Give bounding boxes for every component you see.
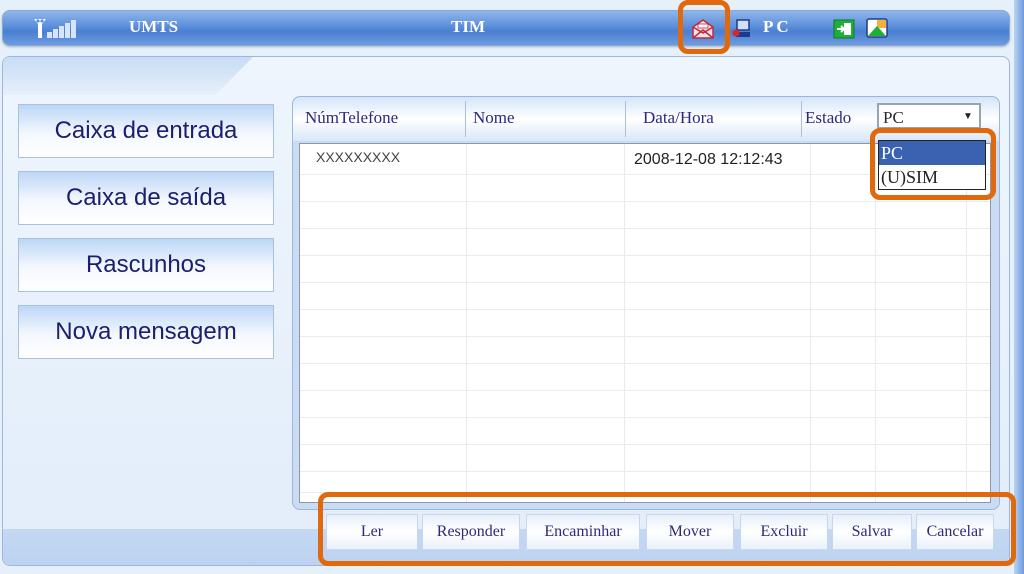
network-type: UMTS bbox=[129, 17, 179, 36]
forward-button[interactable]: Encaminhar bbox=[526, 514, 640, 550]
reply-button[interactable]: Responder bbox=[422, 514, 520, 550]
window-edge bbox=[1014, 0, 1024, 574]
grid-line bbox=[300, 336, 990, 337]
column-divider[interactable] bbox=[625, 101, 626, 137]
column-header-phone[interactable]: NúmTelefone bbox=[305, 108, 398, 128]
grid-line bbox=[300, 282, 990, 283]
grid-line bbox=[966, 144, 967, 502]
sms-envelope-icon[interactable] bbox=[691, 18, 715, 40]
grid-line bbox=[300, 228, 990, 229]
sidebar-item-inbox[interactable]: Caixa de entrada bbox=[18, 104, 274, 158]
grid-line bbox=[810, 144, 811, 502]
grid-line bbox=[466, 144, 467, 502]
grid-line bbox=[300, 444, 990, 445]
column-divider[interactable] bbox=[801, 101, 802, 137]
operator-name: TIM bbox=[451, 17, 485, 36]
picture-icon[interactable] bbox=[865, 17, 889, 39]
grid-line bbox=[300, 390, 990, 391]
sidebar-item-new-message[interactable]: Nova mensagem bbox=[18, 305, 274, 359]
storage-select[interactable]: PC ▼ bbox=[877, 103, 981, 129]
action-toolbar: Ler Responder Encaminhar Mover Excluir S… bbox=[326, 500, 1012, 560]
storage-dropdown-list: PC (U)SIM bbox=[878, 140, 986, 190]
cell-datetime: 2008-12-08 12:12:43 bbox=[634, 151, 783, 168]
column-divider[interactable] bbox=[465, 101, 466, 137]
storage-option-usim[interactable]: (U)SIM bbox=[879, 165, 985, 189]
delete-button[interactable]: Excluir bbox=[740, 514, 828, 550]
column-header-datetime[interactable]: Data/Hora bbox=[643, 108, 714, 128]
grid-line bbox=[300, 201, 990, 202]
cell-phone: XXXXXXXXX bbox=[316, 149, 401, 165]
storage-option-pc[interactable]: PC bbox=[879, 141, 985, 165]
grid-line bbox=[300, 492, 990, 493]
grid-line bbox=[300, 471, 990, 472]
signal-strength-icon bbox=[34, 19, 76, 38]
grid-line bbox=[875, 144, 876, 502]
save-button[interactable]: Salvar bbox=[832, 514, 912, 550]
sidebar-item-outbox[interactable]: Caixa de saída bbox=[18, 171, 274, 225]
grid-line bbox=[300, 363, 990, 364]
panel-tab-decoration bbox=[3, 57, 253, 95]
table-header: NúmTelefone Nome Data/Hora Estado PC ▼ bbox=[293, 97, 999, 141]
status-bar: UMTS TIM PC bbox=[2, 10, 1010, 46]
grid-line bbox=[624, 144, 625, 502]
read-button[interactable]: Ler bbox=[326, 514, 418, 550]
column-header-name[interactable]: Nome bbox=[473, 108, 515, 128]
move-button[interactable]: Mover bbox=[646, 514, 734, 550]
grid-line bbox=[300, 255, 990, 256]
table-body: XXXXXXXXX 2008-12-08 12:12:43 bbox=[299, 143, 991, 503]
cancel-button[interactable]: Cancelar bbox=[916, 514, 994, 550]
pc-connection-icon bbox=[732, 19, 750, 37]
chevron-down-icon[interactable]: ▼ bbox=[959, 107, 977, 125]
storage-label: PC bbox=[763, 17, 792, 36]
connect-icon[interactable] bbox=[833, 19, 855, 39]
grid-line bbox=[300, 309, 990, 310]
storage-select-value: PC bbox=[883, 108, 904, 127]
sidebar-item-drafts[interactable]: Rascunhos bbox=[18, 238, 274, 292]
grid-line bbox=[300, 417, 990, 418]
column-header-status[interactable]: Estado bbox=[805, 108, 851, 128]
